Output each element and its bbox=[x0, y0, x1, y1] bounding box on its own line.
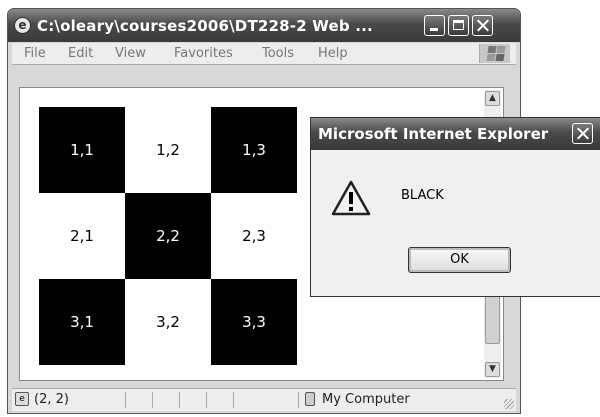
grid-cell-1-3[interactable]: 1,3 bbox=[211, 107, 297, 193]
menu-edit[interactable]: Edit bbox=[68, 46, 93, 61]
status-text: (2, 2) bbox=[34, 392, 69, 407]
dialog-title: Microsoft Internet Explorer bbox=[318, 125, 549, 143]
menu-view[interactable]: View bbox=[115, 46, 146, 61]
scroll-down-button[interactable]: ▼ bbox=[485, 362, 500, 377]
grid-cell-2-1[interactable]: 2,1 bbox=[39, 193, 125, 279]
minimize-icon bbox=[430, 28, 438, 31]
grid-table: 1,1 1,2 1,3 2,1 2,2 2,3 3,1 3,2 3,3 bbox=[39, 107, 297, 365]
maximize-icon bbox=[453, 20, 464, 30]
close-button[interactable] bbox=[472, 15, 493, 36]
resize-grip[interactable] bbox=[504, 399, 514, 409]
menu-tools[interactable]: Tools bbox=[262, 46, 294, 61]
warning-icon bbox=[331, 180, 371, 216]
minimize-button[interactable] bbox=[424, 15, 445, 36]
dialog-title-bar[interactable]: Microsoft Internet Explorer bbox=[311, 118, 600, 150]
menu-favorites[interactable]: Favorites bbox=[174, 46, 233, 61]
grid-cell-3-3[interactable]: 3,3 bbox=[211, 279, 297, 365]
windows-logo-icon bbox=[479, 44, 510, 63]
ie-page-icon[interactable]: e bbox=[14, 17, 31, 34]
computer-icon bbox=[305, 392, 315, 406]
menu-file[interactable]: File bbox=[24, 46, 46, 61]
grid-cell-2-2[interactable]: 2,2 bbox=[125, 193, 211, 279]
grid-cell-3-2[interactable]: 3,2 bbox=[125, 279, 211, 365]
grid-cell-1-1[interactable]: 1,1 bbox=[39, 107, 125, 193]
dialog-close-button[interactable] bbox=[572, 123, 593, 144]
grid-cell-1-2[interactable]: 1,2 bbox=[125, 107, 211, 193]
menu-help[interactable]: Help bbox=[318, 46, 348, 61]
dialog-message: BLACK bbox=[401, 188, 444, 203]
grid-cell-3-1[interactable]: 3,1 bbox=[39, 279, 125, 365]
menu-bar: File Edit View Favorites Tools Help bbox=[12, 43, 516, 65]
scroll-up-button[interactable]: ▲ bbox=[485, 91, 500, 106]
window-title: C:\oleary\courses2006\DT228-2 Web ... bbox=[37, 17, 373, 35]
title-bar[interactable]: e C:\oleary\courses2006\DT228-2 Web ... bbox=[8, 9, 520, 42]
zone-text: My Computer bbox=[322, 392, 410, 407]
grid-cell-2-3[interactable]: 2,3 bbox=[211, 193, 297, 279]
status-bar: e (2, 2) My Computer bbox=[12, 388, 516, 411]
page-icon: e bbox=[15, 392, 29, 406]
alert-dialog: Microsoft Internet Explorer BLACK OK bbox=[310, 117, 600, 297]
maximize-button[interactable] bbox=[448, 15, 469, 36]
ok-button[interactable]: OK bbox=[408, 247, 511, 273]
